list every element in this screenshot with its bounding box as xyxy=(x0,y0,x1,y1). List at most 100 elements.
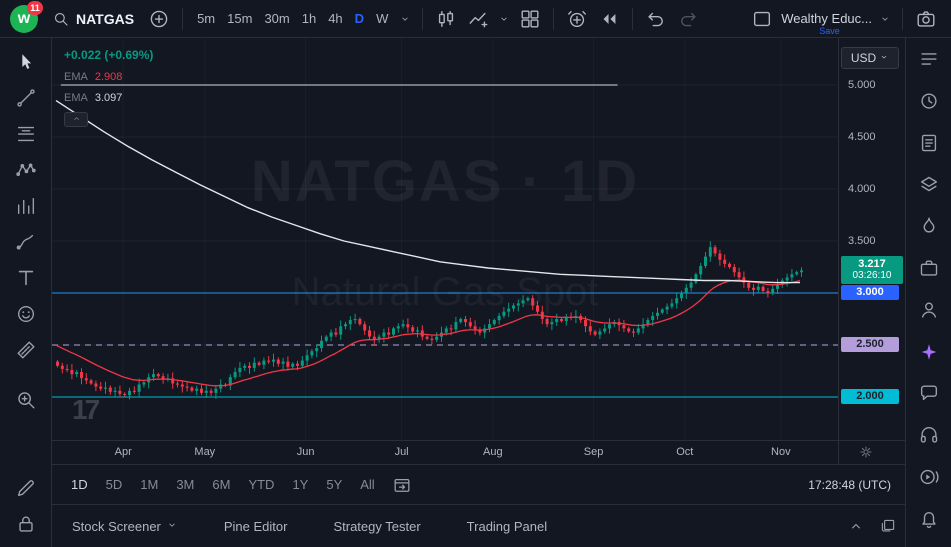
ema-slow-value: 3.097 xyxy=(95,92,123,104)
hotlist-flame-icon[interactable] xyxy=(915,213,943,240)
month-label-sep: Sep xyxy=(578,446,610,458)
brush-tool-icon[interactable] xyxy=(12,228,40,256)
ai-sparkle-icon[interactable] xyxy=(915,338,943,365)
layout-menu-chevron-icon[interactable] xyxy=(876,5,894,33)
timeframe-4h[interactable]: 4h xyxy=(322,5,348,33)
compare-add-icon[interactable] xyxy=(144,5,174,33)
bar-replay-icon[interactable] xyxy=(594,5,624,33)
timeframe-menu-chevron-icon[interactable] xyxy=(396,5,414,33)
chart-column: NATGAS · 1D Natural Gas Spot 17 5.0004.5… xyxy=(52,38,905,547)
support-headset-icon[interactable] xyxy=(915,422,943,449)
chart-style-icon[interactable] xyxy=(431,5,461,33)
separator xyxy=(182,8,183,30)
main-area: NATGAS · 1D Natural Gas Spot 17 5.0004.5… xyxy=(0,38,951,547)
layout-grid-icon[interactable] xyxy=(515,5,545,33)
month-label-oct: Oct xyxy=(669,446,701,458)
notifications-bell-icon[interactable] xyxy=(915,505,943,532)
chevron-up-icon xyxy=(71,111,82,129)
timeframe-W[interactable]: W xyxy=(370,5,394,33)
chart-settings-gear-icon[interactable] xyxy=(858,444,874,464)
bottom-tab-strategy-tester[interactable]: Strategy Tester xyxy=(333,519,420,534)
bottom-panel-controls xyxy=(847,517,897,535)
ema-fast-row[interactable]: EMA2.908 xyxy=(64,71,153,83)
timeframe-1h[interactable]: 1h xyxy=(296,5,322,33)
timeframe-5m[interactable]: 5m xyxy=(191,5,221,33)
price-axis[interactable]: 5.0004.5004.0003.5003.0002.5002.0003.217… xyxy=(839,38,905,440)
range-group: 1D5D1M3M6MYTD1Y5YAll xyxy=(62,477,384,492)
price-tick: 4.500 xyxy=(848,131,876,143)
timeframe-15m[interactable]: 15m xyxy=(221,5,258,33)
fib-retracement-tool-icon[interactable] xyxy=(12,120,40,148)
streams-play-icon[interactable] xyxy=(915,464,943,491)
notification-count-badge: 11 xyxy=(27,1,43,15)
alerts-clock-icon[interactable] xyxy=(915,88,943,115)
chat-icon[interactable] xyxy=(915,380,943,407)
month-label-aug: Aug xyxy=(477,446,509,458)
indicators-icon[interactable] xyxy=(463,5,493,33)
price-tick: 3.500 xyxy=(848,235,876,247)
snapshot-camera-icon[interactable] xyxy=(911,5,941,33)
broker-logo[interactable]: w 11 xyxy=(10,5,38,33)
create-alert-icon[interactable] xyxy=(562,5,592,33)
range-1D[interactable]: 1D xyxy=(62,477,97,492)
currency-selector[interactable]: USD xyxy=(841,47,899,69)
range-1Y[interactable]: 1Y xyxy=(283,477,317,492)
indicators-menu-chevron-icon[interactable] xyxy=(495,5,513,33)
forecast-tool-icon[interactable] xyxy=(12,192,40,220)
redo-icon[interactable] xyxy=(673,5,703,33)
range-1M[interactable]: 1M xyxy=(131,477,167,492)
briefcase-icon[interactable] xyxy=(915,255,943,282)
legend-collapse-button[interactable] xyxy=(64,112,88,127)
range-5Y[interactable]: 5Y xyxy=(317,477,351,492)
chart-canvas[interactable]: NATGAS · 1D Natural Gas Spot 17 5.0004.5… xyxy=(52,38,905,464)
range-YTD[interactable]: YTD xyxy=(239,477,283,492)
range-5D[interactable]: 5D xyxy=(97,477,132,492)
timeframe-D[interactable]: D xyxy=(349,5,370,33)
panel-restore-icon[interactable] xyxy=(879,517,897,535)
time-axis[interactable]: AprMayJunJulAugSepOctNov xyxy=(52,441,838,464)
layout-title: Wealthy Educ... xyxy=(781,11,872,26)
price-level-label: 3.000 xyxy=(841,285,899,300)
symbol-search[interactable]: NATGAS xyxy=(50,5,142,33)
ruler-tool-icon[interactable] xyxy=(12,336,40,364)
bottom-tab-pine-editor[interactable]: Pine Editor xyxy=(224,519,288,534)
layout-name[interactable]: Wealthy Educ... Save xyxy=(779,11,874,26)
watchlist-icon[interactable] xyxy=(915,46,943,73)
bottom-tab-trading-panel[interactable]: Trading Panel xyxy=(467,519,547,534)
timeframe-30m[interactable]: 30m xyxy=(258,5,295,33)
price-tick: 5.000 xyxy=(848,79,876,91)
price-chart[interactable] xyxy=(52,38,838,440)
trend-line-tool-icon[interactable] xyxy=(12,84,40,112)
save-status[interactable]: Save xyxy=(819,26,840,36)
layout-panel-icon[interactable] xyxy=(747,5,777,33)
bottom-tab-label: Strategy Tester xyxy=(333,519,420,534)
xabcd-pattern-tool-icon[interactable] xyxy=(12,156,40,184)
cursor-tool-icon[interactable] xyxy=(12,48,40,76)
emoji-tool-icon[interactable] xyxy=(12,300,40,328)
panel-expand-icon[interactable] xyxy=(847,517,865,535)
month-label-apr: Apr xyxy=(107,446,139,458)
range-All[interactable]: All xyxy=(351,477,383,492)
undo-icon[interactable] xyxy=(641,5,671,33)
bottom-tab-stock-screener[interactable]: Stock Screener xyxy=(72,519,178,534)
lock-tool-icon[interactable] xyxy=(12,510,40,538)
price-change: +0.022 (+0.69%) xyxy=(64,48,153,62)
journal-icon[interactable] xyxy=(915,130,943,157)
goto-date-icon[interactable] xyxy=(392,475,412,495)
utc-clock[interactable]: 17:28:48 (UTC) xyxy=(808,478,891,492)
text-tool-icon[interactable] xyxy=(12,264,40,292)
price-level-label: 2.000 xyxy=(841,389,899,404)
ema-slow-row[interactable]: EMA3.097 xyxy=(64,92,153,104)
range-3M[interactable]: 3M xyxy=(167,477,203,492)
ideas-person-icon[interactable] xyxy=(915,297,943,324)
object-tree-icon[interactable] xyxy=(915,171,943,198)
drawing-toolbar xyxy=(0,38,52,547)
separator xyxy=(422,8,423,30)
search-icon xyxy=(52,5,70,33)
range-6M[interactable]: 6M xyxy=(203,477,239,492)
range-toolbar: 1D5D1M3M6MYTD1Y5YAll 17:28:48 (UTC) xyxy=(52,464,905,504)
top-toolbar: w 11 NATGAS 5m15m30m1h4hDW xyxy=(0,0,951,38)
edit-tool-icon[interactable] xyxy=(12,474,40,502)
zoom-tool-icon[interactable] xyxy=(12,386,40,414)
chevron-down-icon xyxy=(879,51,889,65)
